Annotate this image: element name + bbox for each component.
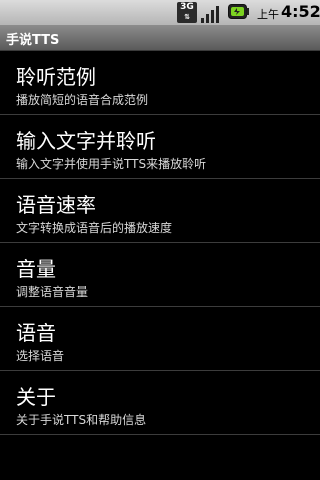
clock-time: 4:52	[281, 2, 320, 21]
menu-item-summary: 关于手说TTS和帮助信息	[16, 413, 147, 427]
menu-item-input-text[interactable]: 输入文字并聆听 输入文字并使用手说TTS来播放聆听	[0, 115, 320, 179]
menu-item-about[interactable]: 关于 关于手说TTS和帮助信息	[0, 371, 320, 435]
signal-icon	[201, 6, 219, 23]
menu-item-speech-rate[interactable]: 语音速率 文字转换成语音后的播放速度	[0, 179, 320, 243]
menu-item-summary: 调整语音音量	[16, 285, 89, 299]
network-badge-text: 3G	[180, 2, 194, 12]
menu-item-label: 语音	[16, 321, 56, 345]
menu-item-label: 输入文字并聆听	[16, 129, 156, 153]
menu-item-volume[interactable]: 音量 调整语音音量	[0, 243, 320, 307]
menu-item-summary: 输入文字并使用手说TTS来播放聆听	[16, 157, 207, 171]
menu-item-voice[interactable]: 语音 选择语音	[0, 307, 320, 371]
menu-item-label: 聆听范例	[16, 65, 96, 89]
menu-item-label: 语音速率	[16, 193, 96, 217]
menu-item-label: 关于	[16, 385, 56, 409]
settings-list: 聆听范例 播放简短的语音合成范例 输入文字并聆听 输入文字并使用手说TTS来播放…	[0, 51, 320, 435]
menu-item-summary: 选择语音	[16, 349, 65, 363]
battery-charging-icon	[228, 4, 249, 19]
menu-item-listen-sample[interactable]: 聆听范例 播放简短的语音合成范例	[0, 51, 320, 115]
clock-ampm: 上午	[257, 8, 279, 21]
3g-icon: 3G ⇅	[177, 2, 197, 23]
app-title-bar: 手说TTS	[0, 25, 320, 51]
menu-item-summary: 文字转换成语音后的播放速度	[16, 221, 173, 235]
menu-item-label: 音量	[16, 257, 56, 281]
app-title: 手说TTS	[6, 33, 60, 48]
menu-item-summary: 播放简短的语音合成范例	[16, 93, 149, 107]
data-arrows-icon: ⇅	[184, 13, 190, 21]
status-bar: 3G ⇅ 上午 4:52	[0, 0, 320, 25]
